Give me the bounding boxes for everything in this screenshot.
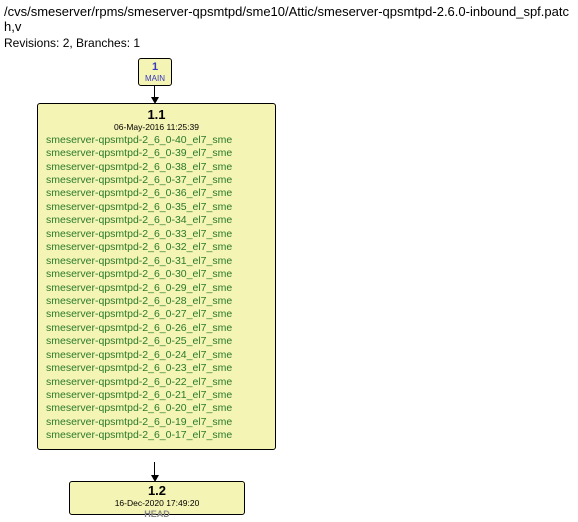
tag-entry: smeserver-qpsmtpd-2_6_0-36_el7_sme <box>46 187 269 200</box>
revision-number: 1.1 <box>44 108 269 123</box>
tag-entry: smeserver-qpsmtpd-2_6_0-24_el7_sme <box>46 349 269 362</box>
tag-entry: smeserver-qpsmtpd-2_6_0-19_el7_sme <box>46 416 269 429</box>
tag-entry: smeserver-qpsmtpd-2_6_0-39_el7_sme <box>46 147 269 160</box>
tag-entry: smeserver-qpsmtpd-2_6_0-23_el7_sme <box>46 362 269 375</box>
tag-entry: smeserver-qpsmtpd-2_6_0-21_el7_sme <box>46 389 269 402</box>
branch-label: MAIN <box>143 74 167 83</box>
tag-entry: smeserver-qpsmtpd-2_6_0-25_el7_sme <box>46 335 269 348</box>
tag-entry: smeserver-qpsmtpd-2_6_0-34_el7_sme <box>46 214 269 227</box>
tag-entry: smeserver-qpsmtpd-2_6_0-33_el7_sme <box>46 228 269 241</box>
tag-entry: smeserver-qpsmtpd-2_6_0-22_el7_sme <box>46 376 269 389</box>
tag-list: smeserver-qpsmtpd-2_6_0-40_el7_smesmeser… <box>44 134 269 443</box>
branch-number: 1 <box>143 61 167 74</box>
head-label: HEAD <box>74 509 240 519</box>
tag-entry: smeserver-qpsmtpd-2_6_0-20_el7_sme <box>46 402 269 415</box>
tag-entry: smeserver-qpsmtpd-2_6_0-29_el7_sme <box>46 282 269 295</box>
tag-entry: smeserver-qpsmtpd-2_6_0-30_el7_sme <box>46 268 269 281</box>
tag-entry: smeserver-qpsmtpd-2_6_0-26_el7_sme <box>46 322 269 335</box>
tag-entry: smeserver-qpsmtpd-2_6_0-32_el7_sme <box>46 241 269 254</box>
tag-entry: smeserver-qpsmtpd-2_6_0-37_el7_sme <box>46 174 269 187</box>
tag-entry: smeserver-qpsmtpd-2_6_0-40_el7_sme <box>46 134 269 147</box>
revision-timestamp: 06-May-2016 11:25:39 <box>44 123 269 133</box>
revision-node-1-2[interactable]: 1.2 16-Dec-2020 17:49:20 HEAD <box>69 481 245 515</box>
tag-entry: smeserver-qpsmtpd-2_6_0-17_el7_sme <box>46 429 269 442</box>
repo-path: /cvs/smeserver/rpms/smeserver-qpsmtpd/sm… <box>4 4 574 34</box>
tag-entry: smeserver-qpsmtpd-2_6_0-38_el7_sme <box>46 161 269 174</box>
revision-timestamp: 16-Dec-2020 17:49:20 <box>74 499 240 509</box>
tag-entry: smeserver-qpsmtpd-2_6_0-31_el7_sme <box>46 255 269 268</box>
branch-node-main[interactable]: 1 MAIN <box>138 58 172 86</box>
edge <box>154 462 155 476</box>
revision-number: 1.2 <box>74 484 240 499</box>
revision-node-1-1[interactable]: 1.1 06-May-2016 11:25:39 smeserver-qpsmt… <box>37 103 276 450</box>
tag-entry: smeserver-qpsmtpd-2_6_0-27_el7_sme <box>46 308 269 321</box>
revision-graph: 1 MAIN 1.1 06-May-2016 11:25:39 smeserve… <box>4 58 574 518</box>
revisions-summary: Revisions: 2, Branches: 1 <box>4 36 574 50</box>
tag-entry: smeserver-qpsmtpd-2_6_0-35_el7_sme <box>46 201 269 214</box>
tag-entry: smeserver-qpsmtpd-2_6_0-28_el7_sme <box>46 295 269 308</box>
